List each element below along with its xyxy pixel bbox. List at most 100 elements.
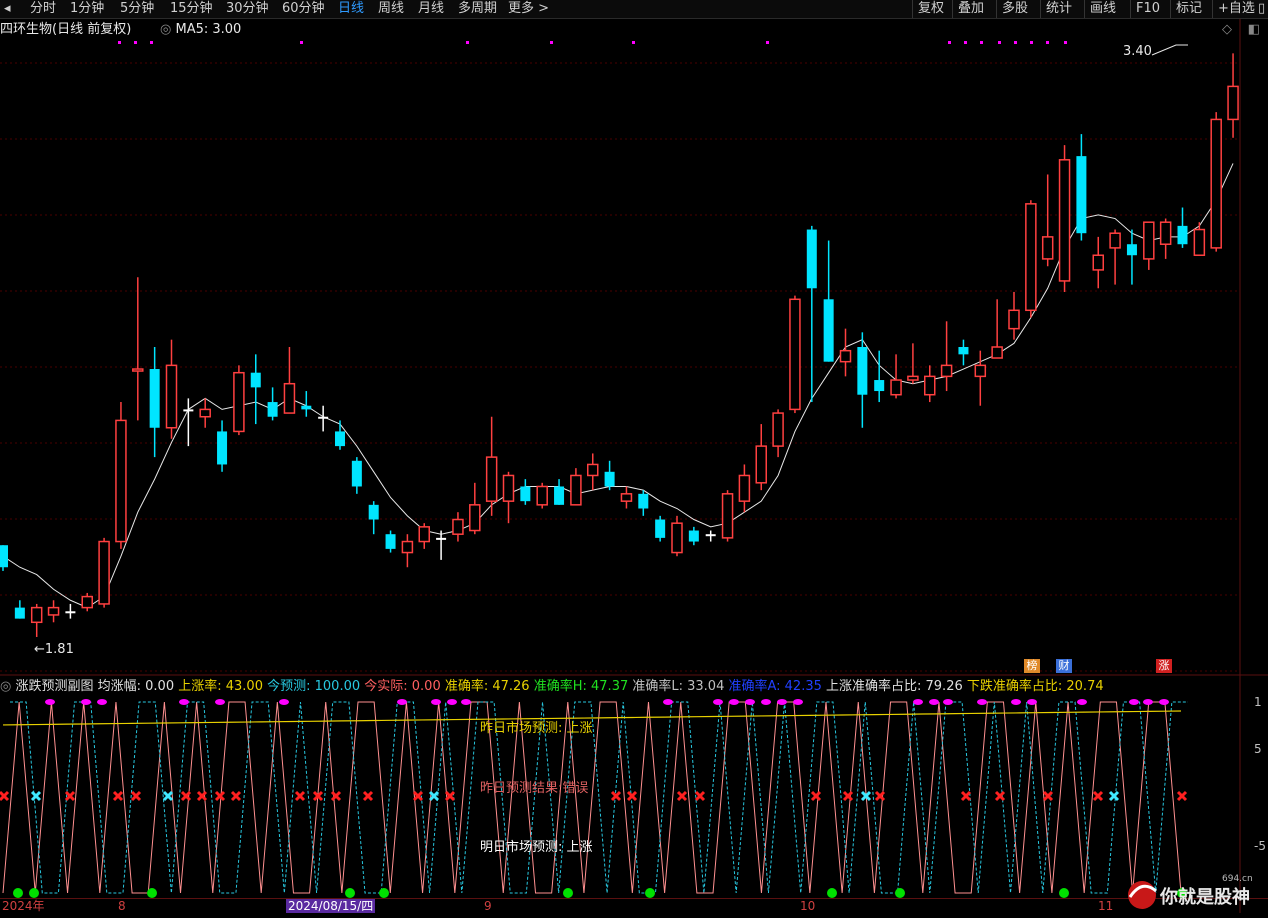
candle-body — [738, 474, 751, 502]
sub-top-dot — [1129, 699, 1139, 705]
toolbar-button-2[interactable]: 多股 — [1002, 0, 1028, 18]
sub-top-dot — [1159, 699, 1169, 705]
sub-axis-label-0: 1 — [1254, 695, 1262, 709]
sub-cross-red — [444, 790, 456, 802]
toolbar-button-4[interactable]: 画线 — [1090, 0, 1116, 18]
candle-body — [1210, 118, 1222, 249]
top-signal-marker — [300, 41, 303, 44]
candle-body — [688, 530, 699, 542]
toolbar-button-5[interactable]: F10 — [1136, 0, 1160, 18]
toolbar-separator — [996, 0, 997, 18]
candle-body — [890, 379, 902, 396]
candle-body — [587, 463, 599, 477]
sub-cross-red — [1176, 790, 1188, 802]
sub-cross-cyan — [162, 790, 174, 802]
candle-body — [183, 409, 194, 412]
period-tab-2[interactable]: 5分钟 — [120, 0, 154, 18]
candle-body — [1143, 221, 1155, 260]
toolbar-button-1[interactable]: 叠加 — [958, 0, 984, 18]
sub-bottom-dot — [563, 888, 573, 898]
candle-body — [520, 486, 531, 502]
candle-body — [655, 519, 666, 538]
candle-body — [554, 486, 565, 505]
top-signal-marker — [766, 41, 769, 44]
period-tab-5[interactable]: 60分钟 — [282, 0, 325, 18]
circle-toggle-icon[interactable]: ◎ — [0, 679, 15, 694]
ma5-indicator[interactable]: ◎ MA5: 3.00 — [160, 22, 241, 38]
sub-field-9: 下跌准确率占比: 20.74 — [962, 679, 1104, 694]
toolbar-button-6[interactable]: 标记 — [1176, 0, 1202, 18]
window-icon[interactable]: ▯ — [1258, 0, 1265, 18]
sub-top-dot — [1077, 699, 1087, 705]
sub-cross-cyan — [1108, 790, 1120, 802]
event-badge-1[interactable]: 财 — [1056, 659, 1072, 673]
top-signal-marker — [466, 41, 469, 44]
toolbar-separator — [1170, 0, 1171, 18]
sub-cross-cyan — [30, 790, 42, 802]
candle-body — [1041, 236, 1054, 260]
candle-body — [485, 456, 498, 502]
sub-chart-header: ◎ 涨跌预测副图 均涨幅: 0.00 上涨率: 43.00 今预测: 100.0… — [0, 679, 1104, 695]
period-tab-6[interactable]: 日线 — [338, 0, 364, 18]
sub-top-dot — [663, 699, 673, 705]
top-signal-marker — [948, 41, 951, 44]
toolbar-separator — [1040, 0, 1041, 18]
period-tab-8[interactable]: 月线 — [418, 0, 444, 18]
sub-cross-red — [112, 790, 124, 802]
period-tab-7[interactable]: 周线 — [378, 0, 404, 18]
candle-body — [1177, 225, 1188, 245]
toolbar-button-7[interactable]: +自选 — [1218, 0, 1255, 18]
top-signal-marker — [998, 41, 1001, 44]
candle-body — [924, 375, 936, 396]
sub-top-dot — [761, 699, 771, 705]
sub-top-dot — [1143, 699, 1153, 705]
event-badge-2[interactable]: 涨 — [1156, 659, 1172, 673]
period-tab-0[interactable]: 分时 — [30, 0, 56, 18]
toolbar-button-0[interactable]: 复权 — [918, 0, 944, 18]
sub-cross-red — [1092, 790, 1104, 802]
period-tab-3[interactable]: 15分钟 — [170, 0, 213, 18]
period-tab-4[interactable]: 30分钟 — [226, 0, 269, 18]
candle-body — [250, 372, 261, 388]
top-signal-marker — [134, 41, 137, 44]
sub-annotation-2: 明日市场预测: 上涨 — [480, 840, 593, 855]
candle-body — [536, 485, 548, 506]
sub-field-6: 准确率L: 33.04 — [628, 679, 725, 694]
candle-body — [30, 606, 43, 624]
sub-annotation-1: 昨日预测结果:错误 — [480, 781, 589, 796]
period-toolbar: ◂ 分时 1分钟 5分钟 15分钟 30分钟 60分钟 日线 周线 月线 多周期 更多 > 复权 叠加 多股… — [0, 0, 1268, 19]
sub-bottom-dot — [345, 888, 355, 898]
period-tab-1[interactable]: 1分钟 — [70, 0, 104, 18]
event-badge-0[interactable]: 榜 — [1024, 659, 1040, 673]
candle-body — [671, 522, 683, 554]
main-chart-area[interactable] — [0, 19, 1268, 913]
sub-top-dot — [1027, 699, 1037, 705]
period-tab-10[interactable]: 更多 > — [508, 0, 549, 18]
panel-collapse-icon[interactable]: ◧ — [1248, 22, 1260, 38]
candle-body — [318, 416, 329, 419]
candlestick-chart[interactable] — [0, 19, 1268, 913]
sub-top-dot — [81, 699, 91, 705]
sub-top-dot — [1011, 699, 1021, 705]
sub-cross-red — [412, 790, 424, 802]
sub-top-dot — [729, 699, 739, 705]
high-price-label: 3.40 — [1123, 44, 1152, 59]
sub-cross-red — [214, 790, 226, 802]
candle-body — [47, 606, 60, 616]
circle-toggle-icon[interactable]: ◎ — [160, 22, 171, 37]
candle-body — [98, 540, 110, 605]
sub-bottom-dot — [29, 888, 39, 898]
candle-body — [418, 526, 430, 543]
diamond-icon[interactable]: ◇ — [1222, 22, 1232, 38]
back-arrow-icon[interactable]: ◂ — [4, 0, 11, 18]
toolbar-button-3[interactable]: 统计 — [1046, 0, 1072, 18]
candle-body — [823, 299, 834, 362]
sub-axis-label-2: -5 — [1254, 839, 1266, 853]
ma5-label: MA5: 3.00 — [175, 22, 242, 37]
sub-top-dot — [913, 699, 923, 705]
candle-body — [267, 402, 278, 417]
period-tab-9[interactable]: 多周期 — [458, 0, 497, 18]
candle-body — [1126, 244, 1137, 256]
sub-bottom-dot — [645, 888, 655, 898]
toolbar-separator — [912, 0, 913, 18]
